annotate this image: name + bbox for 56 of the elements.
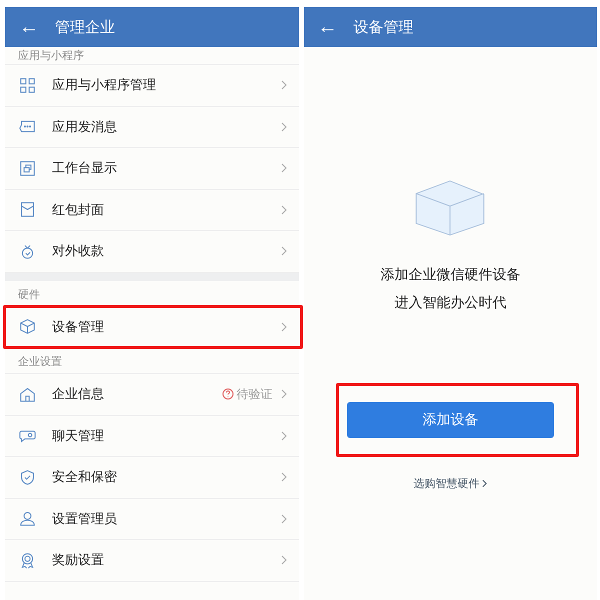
- menu-label: 设备管理: [52, 318, 105, 336]
- menu-item[interactable]: 应用发消息: [5, 106, 298, 148]
- chevron-icon: [280, 472, 286, 482]
- menu-item[interactable]: 红包封面: [5, 190, 298, 231]
- menu-label: 红包封面: [52, 202, 105, 219]
- medal-icon: [19, 552, 36, 569]
- menu-label: 应用与小程序管理: [52, 77, 157, 94]
- person-icon: [19, 510, 36, 528]
- message-text: 添加企业微信硬件设备: [380, 266, 520, 284]
- window-icon: [19, 160, 36, 177]
- section-label: 硬件: [5, 280, 298, 306]
- menu-item[interactable]: 应用与小程序管理: [5, 65, 298, 106]
- status-text: 待验证: [222, 386, 272, 403]
- section-label: 企业设置: [5, 348, 298, 374]
- menu-item[interactable]: 奖励设置: [5, 540, 298, 582]
- menu-label: 对外收款: [52, 243, 105, 260]
- chevron-icon: [280, 322, 286, 332]
- chevron-icon: [280, 555, 286, 566]
- chevron-icon: [280, 122, 286, 132]
- envelope-icon: [19, 201, 36, 218]
- menu-label: 工作台显示: [52, 160, 118, 178]
- house-icon: [19, 386, 36, 403]
- menu-label: 聊天管理: [52, 428, 105, 445]
- grid-icon: [19, 76, 36, 94]
- menu-item[interactable]: 安全和保密: [5, 457, 298, 498]
- back-button[interactable]: ←: [314, 17, 342, 37]
- chevron-icon: [280, 430, 286, 441]
- back-button[interactable]: ←: [15, 17, 43, 37]
- chevron-icon: [280, 80, 286, 90]
- shield-icon: [19, 468, 36, 486]
- section-label: 应用与小程序: [5, 47, 298, 65]
- menu-label: 应用发消息: [52, 118, 118, 136]
- menu-label: 企业信息: [52, 386, 105, 404]
- menu-item[interactable]: 企业信息 待验证: [5, 374, 298, 416]
- chevron-icon: [280, 204, 286, 215]
- screen-title: 管理企业: [55, 18, 115, 36]
- menu-label: 安全和保密: [52, 469, 118, 486]
- add-device-button[interactable]: 添加设备: [346, 402, 554, 438]
- menu-item[interactable]: 设备管理: [5, 306, 298, 348]
- shop-link[interactable]: 选购智慧硬件: [413, 476, 488, 491]
- menu-label: 奖励设置: [52, 552, 105, 570]
- menu-label: 设置管理员: [52, 510, 118, 528]
- chevron-icon: [280, 246, 286, 256]
- menu-item[interactable]: 工作台显示: [5, 148, 298, 190]
- box-illustration: [415, 180, 486, 236]
- screen-title: 设备管理: [354, 18, 414, 36]
- message-text: 进入智能办公时代: [394, 294, 506, 312]
- chevron-icon: [482, 479, 488, 488]
- chevron-icon: [280, 389, 286, 400]
- question-icon: [222, 388, 234, 400]
- menu-item[interactable]: 设置管理员: [5, 498, 298, 540]
- chevron-icon: [280, 163, 286, 174]
- cube-icon: [19, 318, 36, 336]
- menu-item[interactable]: 聊天管理: [5, 416, 298, 457]
- money-bag-icon: [19, 242, 36, 260]
- chevron-icon: [280, 514, 286, 524]
